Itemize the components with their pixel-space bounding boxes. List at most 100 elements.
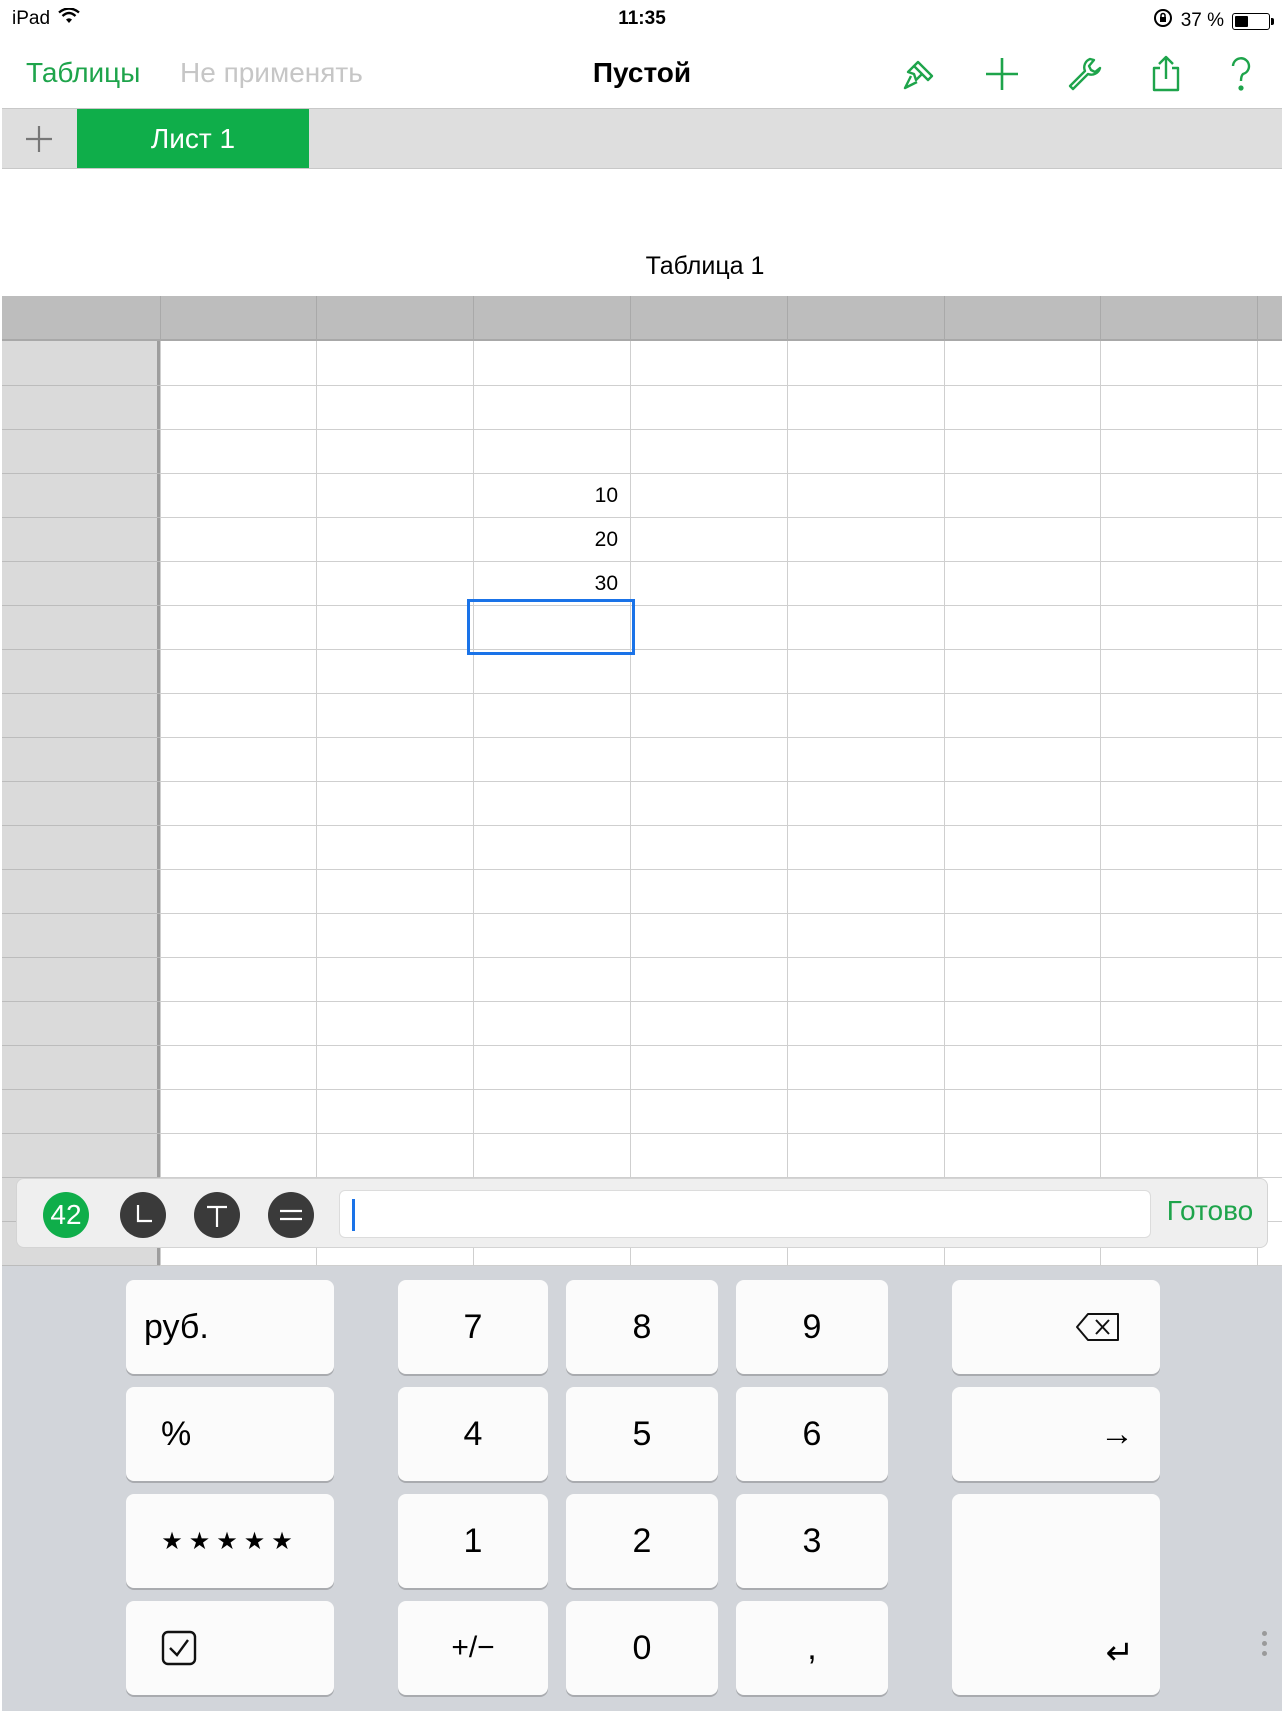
selected-cell[interactable]: [467, 599, 635, 655]
row-gridline: [2, 1001, 1282, 1002]
delete-key[interactable]: [952, 1280, 1160, 1374]
row-header-divider: [2, 1089, 160, 1090]
percent-key[interactable]: %: [126, 1387, 334, 1481]
row-header-divider: [2, 385, 160, 386]
row-gridline: [2, 561, 1282, 562]
row-header-divider: [2, 649, 160, 650]
row-header-divider: [2, 1001, 160, 1002]
row-gridline: [2, 649, 1282, 650]
row-header-divider: [2, 561, 160, 562]
row-gridline: [2, 957, 1282, 958]
column-header-divider: [944, 296, 945, 341]
decimal-key[interactable]: ,: [736, 1601, 888, 1695]
digit-5-key[interactable]: 5: [566, 1387, 718, 1481]
brush-icon[interactable]: [898, 52, 942, 96]
cell-value[interactable]: 10: [478, 484, 618, 508]
battery-percent: 37 %: [1180, 10, 1224, 31]
status-time: 11:35: [618, 8, 666, 29]
digit-8-key[interactable]: 8: [566, 1280, 718, 1374]
sheet-tab[interactable]: Лист 1: [77, 109, 309, 168]
battery-level: [1235, 15, 1248, 27]
column-gridline: [944, 341, 945, 1266]
digit-6-key[interactable]: 6: [736, 1387, 888, 1481]
sheet-tab-bar: Лист 1: [2, 108, 1282, 169]
row-gridline: [2, 693, 1282, 694]
column-gridline: [316, 341, 317, 1266]
column-gridline: [473, 341, 474, 1266]
column-gridline: [1257, 341, 1258, 1266]
rating-key[interactable]: ★★★★★: [126, 1494, 334, 1588]
column-header-row[interactable]: [2, 296, 1282, 341]
date-time-format-button[interactable]: [120, 1192, 166, 1238]
row-header-divider: [2, 737, 160, 738]
checkbox-key[interactable]: [126, 1601, 334, 1695]
digit-2-key[interactable]: 2: [566, 1494, 718, 1588]
plus-icon[interactable]: [980, 52, 1024, 96]
row-header-divider: [2, 825, 160, 826]
more-icon[interactable]: [1262, 1631, 1268, 1661]
wrench-icon[interactable]: [1062, 52, 1106, 96]
column-gridline: [1100, 341, 1101, 1266]
row-gridline: [2, 869, 1282, 870]
column-header-divider: [630, 296, 631, 341]
row-header-divider: [2, 473, 160, 474]
checkbox-icon: [161, 1630, 197, 1666]
share-icon[interactable]: [1144, 52, 1188, 96]
row-header-column[interactable]: [2, 341, 160, 1266]
row-gridline: [2, 913, 1282, 914]
column-header-divider: [1100, 296, 1101, 341]
column-gridline: [160, 341, 161, 1266]
row-header-divider: [2, 605, 160, 606]
column-header-divider: [1257, 296, 1258, 341]
sign-key[interactable]: +/−: [398, 1601, 548, 1695]
number-format-button[interactable]: 42: [43, 1192, 89, 1238]
rotation-lock-icon: [1153, 8, 1173, 34]
digit-0-key[interactable]: 0: [566, 1601, 718, 1695]
text-format-button[interactable]: [194, 1192, 240, 1238]
equals-icon: [280, 1209, 302, 1221]
column-gridline: [630, 341, 631, 1266]
nav-bar: Таблицы Не применять Пустой: [0, 40, 1284, 108]
add-sheet-button[interactable]: [2, 109, 76, 168]
cell-value[interactable]: 20: [478, 528, 618, 552]
formula-format-button[interactable]: [268, 1192, 314, 1238]
row-gridline: [2, 385, 1282, 386]
cell-value-input[interactable]: [339, 1190, 1151, 1238]
digit-9-key[interactable]: 9: [736, 1280, 888, 1374]
currency-key[interactable]: руб.: [126, 1280, 334, 1374]
text-icon: [207, 1205, 227, 1227]
cell-input-bar: 42 Готово: [16, 1178, 1268, 1248]
done-button[interactable]: Готово: [1151, 1195, 1269, 1227]
row-header-divider: [2, 1133, 160, 1134]
return-key[interactable]: ↵: [952, 1494, 1160, 1695]
row-gridline: [2, 605, 1282, 606]
cell-value[interactable]: 30: [478, 572, 618, 596]
text-caret: [352, 1199, 355, 1231]
row-header-divider: [2, 913, 160, 914]
next-cell-key[interactable]: →: [952, 1387, 1160, 1481]
row-gridline: [2, 737, 1282, 738]
row-gridline: [2, 825, 1282, 826]
row-header-divider: [2, 781, 160, 782]
column-header-divider: [160, 296, 161, 341]
digit-4-key[interactable]: 4: [398, 1387, 548, 1481]
column-header-divider: [316, 296, 317, 341]
digit-7-key[interactable]: 7: [398, 1280, 548, 1374]
column-header-divider: [473, 296, 474, 341]
row-header-divider: [2, 517, 160, 518]
help-icon[interactable]: [1219, 52, 1263, 96]
status-bar: iPad 11:35 37 %: [0, 0, 1284, 40]
row-header-divider: [2, 869, 160, 870]
battery-icon: [1232, 12, 1274, 30]
row-gridline: [2, 517, 1282, 518]
row-gridline: [2, 781, 1282, 782]
digit-1-key[interactable]: 1: [398, 1494, 548, 1588]
row-header-divider: [2, 429, 160, 430]
row-header-divider: [2, 1045, 160, 1046]
delete-icon: [1076, 1313, 1119, 1341]
row-gridline: [2, 1045, 1282, 1046]
spreadsheet-grid[interactable]: 10 20 30: [2, 296, 1282, 1266]
row-gridline: [2, 1133, 1282, 1134]
digit-3-key[interactable]: 3: [736, 1494, 888, 1588]
numeric-keyboard: руб. % ★★★★★ 7 8 9 4 5 6 1 2 3 +/− 0 , →…: [2, 1266, 1282, 1711]
